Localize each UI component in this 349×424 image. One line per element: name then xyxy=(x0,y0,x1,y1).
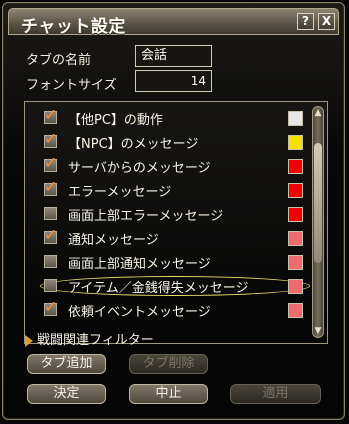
apply-button: 適用 xyxy=(230,384,321,404)
checkmark-icon: ✓ xyxy=(44,297,58,316)
checkmark-icon: ✓ xyxy=(44,153,58,172)
message-type-list: ✓ 【他PC】の動作 ✓ 【NPC】のメッセージ ✓ サーバからのメッセージ ✓… xyxy=(24,101,328,344)
list-item-label: アイテム／金銭得失メッセージ xyxy=(68,281,249,296)
help-button[interactable]: ? xyxy=(297,13,314,30)
list-item-label: 画面上部エラーメッセージ xyxy=(68,209,224,224)
help-icon: ? xyxy=(302,14,309,28)
list-item-label: 【NPC】のメッセージ xyxy=(68,137,199,152)
checkbox[interactable]: ✓ xyxy=(44,131,57,148)
list-item[interactable]: ✓ 通知メッセージ xyxy=(28,227,308,251)
list-item[interactable]: ✓ 依頼イベントメッセージ xyxy=(28,299,308,323)
checkbox[interactable] xyxy=(44,279,57,292)
list-item[interactable]: ✓ サーバからのメッセージ xyxy=(28,155,308,179)
checkmark-icon: ✓ xyxy=(44,225,58,244)
battle-filter-toggle[interactable]: 戦闘関連フィルター xyxy=(25,329,154,348)
font-size-label: フォントサイズ xyxy=(26,78,117,93)
list-item[interactable]: アイテム／金銭得失メッセージ xyxy=(28,275,310,299)
expand-triangle-icon xyxy=(25,334,33,347)
scroll-down-icon[interactable]: ▼ xyxy=(314,326,322,336)
font-size-input[interactable]: 14 xyxy=(135,70,212,92)
checkmark-icon: ✓ xyxy=(44,129,58,148)
list-item-label: 依頼イベントメッセージ xyxy=(68,305,211,320)
scroll-up-icon[interactable]: ▲ xyxy=(314,108,322,118)
title-bar[interactable]: チャット設定 ? X xyxy=(8,8,339,37)
cancel-button[interactable]: 中止 xyxy=(129,384,208,404)
tab-name-label: タブの名前 xyxy=(26,53,92,68)
color-swatch[interactable] xyxy=(288,135,303,150)
delete-tab-button: タブ削除 xyxy=(129,354,208,374)
window-title: チャット設定 xyxy=(21,17,126,37)
color-swatch[interactable] xyxy=(288,279,303,294)
list-item-label: エラーメッセージ xyxy=(68,185,172,200)
checkbox[interactable]: ✓ xyxy=(44,155,57,172)
checkmark-icon: ✓ xyxy=(44,105,58,124)
color-swatch[interactable] xyxy=(288,159,303,174)
checkbox[interactable]: ✓ xyxy=(44,299,57,316)
battle-filter-label: 戦闘関連フィルター xyxy=(37,333,154,348)
list-item[interactable]: 画面上部通知メッセージ xyxy=(28,251,308,275)
list-item[interactable]: 画面上部エラーメッセージ xyxy=(28,203,308,227)
color-swatch[interactable] xyxy=(288,303,303,318)
ok-button[interactable]: 決定 xyxy=(27,384,106,404)
list-item-label: 通知メッセージ xyxy=(68,233,159,248)
chat-settings-window: チャット設定 ? X タブの名前 会話 フォントサイズ 14 ✓ 【他PC】の動… xyxy=(2,2,345,420)
list-item[interactable]: ✓ 【NPC】のメッセージ xyxy=(28,131,308,155)
checkbox[interactable]: ✓ xyxy=(44,227,57,244)
list-item[interactable]: ✓ エラーメッセージ xyxy=(28,179,308,203)
list-item-label: 【他PC】の動作 xyxy=(68,113,163,128)
checkmark-icon: ✓ xyxy=(44,177,58,196)
tab-name-input[interactable]: 会話 xyxy=(135,45,212,67)
color-swatch[interactable] xyxy=(288,183,303,198)
checkbox[interactable]: ✓ xyxy=(44,179,57,196)
vertical-scrollbar[interactable]: ▲ ▼ xyxy=(312,106,324,338)
color-swatch[interactable] xyxy=(288,231,303,246)
color-swatch[interactable] xyxy=(288,207,303,222)
add-tab-button[interactable]: タブ追加 xyxy=(27,354,106,374)
list-item-label: サーバからのメッセージ xyxy=(68,161,211,176)
color-swatch[interactable] xyxy=(288,111,303,126)
checkbox[interactable] xyxy=(44,255,57,268)
checkbox[interactable] xyxy=(44,207,57,220)
scroll-thumb[interactable] xyxy=(314,143,322,263)
close-button[interactable]: X xyxy=(318,13,335,30)
checkbox[interactable]: ✓ xyxy=(44,107,57,124)
close-icon: X xyxy=(321,14,332,28)
color-swatch[interactable] xyxy=(288,255,303,270)
list-item[interactable]: ✓ 【他PC】の動作 xyxy=(28,107,308,131)
list-item-label: 画面上部通知メッセージ xyxy=(68,257,211,272)
